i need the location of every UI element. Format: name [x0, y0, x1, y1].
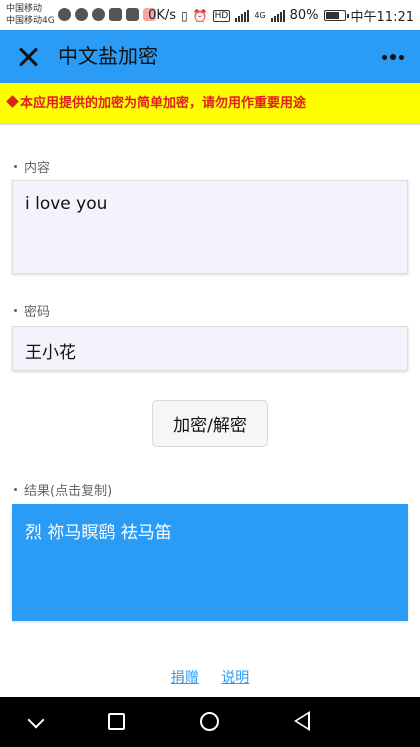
- calendar-icon: [126, 8, 139, 21]
- donate-link[interactable]: 捐赠: [171, 670, 199, 686]
- more-dot: [399, 54, 404, 60]
- signal-icon: [235, 9, 250, 22]
- more-dot: [382, 54, 387, 60]
- result-label: 结果(点击复制): [14, 483, 112, 501]
- encrypt-decrypt-button[interactable]: 加密/解密: [152, 400, 268, 447]
- status-bar: 中国移动 中国移动4G 0K/s ▯ ⏰ HD 4G 80% 中午11:21: [0, 0, 420, 30]
- help-link[interactable]: 说明: [221, 670, 249, 686]
- more-dot: [390, 54, 396, 60]
- content-label: 内容: [14, 160, 50, 178]
- password-value: 王小花: [25, 343, 76, 363]
- more-icon[interactable]: [382, 54, 404, 60]
- hd-badge: HD: [212, 9, 231, 22]
- label-dot: [14, 309, 17, 312]
- nav-triangle-icon[interactable]: [294, 711, 310, 731]
- signal-icon-2: [270, 9, 285, 22]
- result-box[interactable]: 烈 祢马瞑鹞 祛马笛: [12, 504, 408, 621]
- result-label-text: 结果(点击复制): [24, 484, 113, 499]
- status-right: 0K/s ▯ ⏰ HD 4G 80% 中午11:21: [148, 6, 414, 25]
- warning-banner: 本应用提供的加密为简单加密，请勿用作重要用途: [0, 83, 420, 125]
- nav-recents-icon[interactable]: [108, 713, 125, 730]
- network-speed: 0K/s: [148, 8, 177, 23]
- notification-icons: [58, 8, 156, 21]
- system-nav-bar: [0, 697, 420, 747]
- content-label-text: 内容: [24, 161, 51, 176]
- carrier-info: 中国移动 中国移动4G: [6, 3, 55, 27]
- result-value: 烈 祢马瞑鹞 祛马笛: [25, 523, 172, 543]
- label-dot: [14, 488, 17, 491]
- battery-icon: [323, 10, 349, 21]
- content-textarea[interactable]: i love you: [12, 180, 408, 274]
- close-icon[interactable]: [16, 45, 40, 69]
- label-dot: [14, 165, 17, 168]
- carrier-1: 中国移动: [6, 4, 43, 14]
- password-label: 密码: [14, 304, 50, 322]
- battery-fill: [325, 12, 340, 19]
- shield-icon: [109, 8, 122, 21]
- warning-text: 本应用提供的加密为简单加密，请勿用作重要用途: [20, 96, 307, 111]
- content-value: i love you: [25, 194, 108, 214]
- warning-message: 本应用提供的加密为简单加密，请勿用作重要用途: [6, 95, 307, 113]
- chat-icon: [92, 8, 105, 21]
- wechat-icon: [58, 8, 71, 21]
- carrier-2: 中国移动4G: [6, 16, 55, 26]
- alarm-icon: ⏰: [192, 8, 208, 23]
- password-label-text: 密码: [24, 305, 51, 320]
- nav-home-icon[interactable]: [200, 712, 219, 731]
- nav-back-icon[interactable]: [27, 711, 45, 729]
- network-badge: 4G: [254, 11, 266, 20]
- page-title: 中文盐加密: [58, 44, 158, 68]
- clock: 中午11:21: [350, 10, 414, 25]
- password-field[interactable]: 王小花: [12, 326, 408, 371]
- battery-percent: 80%: [289, 8, 319, 23]
- app-icon: [75, 8, 88, 21]
- footer-links: 捐赠 说明: [0, 667, 420, 687]
- vibrate-icon: ▯: [181, 8, 188, 23]
- diamond-icon: [6, 95, 19, 108]
- app-bar: 中文盐加密: [0, 30, 420, 83]
